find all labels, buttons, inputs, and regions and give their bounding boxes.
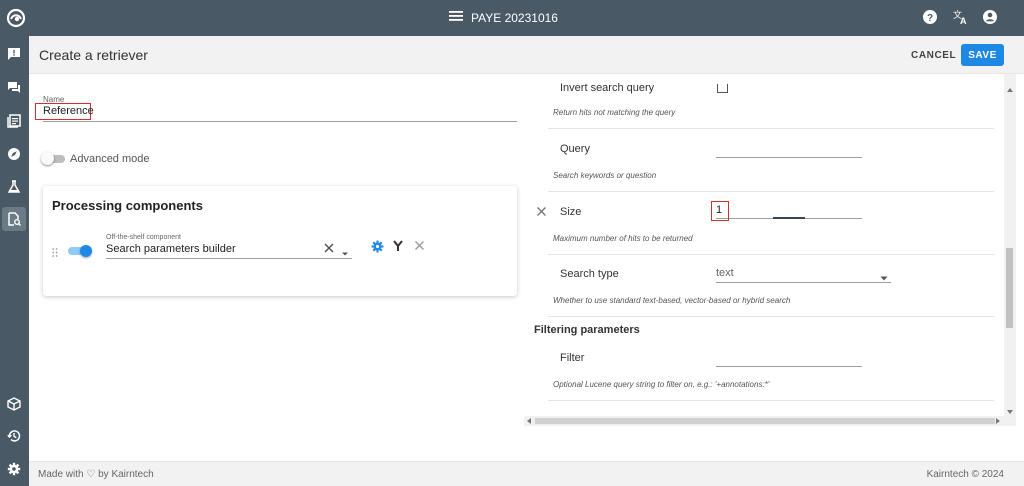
vertical-scrollbar-thumb[interactable] (1006, 248, 1013, 328)
query-input[interactable] (716, 157, 862, 158)
page-title: Create a retriever (39, 47, 148, 63)
top-bar: PAYE 20231016 ? 文A (0, 0, 1024, 36)
footer: Made with ♡ by Kairntech Kairntech © 202… (29, 461, 1024, 486)
advanced-mode-toggle-knob[interactable] (41, 152, 54, 165)
size-hint: Maximum number of hits to be returned (553, 234, 693, 243)
search-type-dropdown-icon[interactable] (880, 270, 888, 281)
page-header: Create a retriever CANCEL SAVE (29, 36, 1024, 74)
copyright-text: Kairntech © 2024 (926, 469, 1004, 480)
search-type-select[interactable]: text (716, 267, 734, 279)
component-select-label: Off-the-shelf component (106, 234, 181, 241)
filter-input[interactable] (716, 366, 862, 367)
save-button[interactable]: SAVE (961, 44, 1004, 66)
svg-text:A: A (960, 16, 967, 25)
made-with-text: Made with ♡ by Kairntech (38, 469, 154, 480)
search-type-hint: Whether to use standard text-based, vect… (553, 296, 791, 305)
name-field-underline (43, 121, 517, 122)
svg-text:?: ? (927, 13, 933, 24)
row-divider (548, 128, 994, 129)
query-hint: Search keywords or question (553, 171, 657, 180)
documents-icon[interactable] (2, 109, 26, 133)
filter-label: Filter (560, 352, 585, 364)
app-title-area[interactable]: PAYE 20231016 (449, 10, 558, 25)
advanced-mode-label: Advanced mode (70, 153, 150, 165)
scroll-up-icon[interactable] (1007, 88, 1013, 92)
remove-component-icon[interactable] (414, 240, 425, 251)
drag-handle-icon[interactable] (52, 246, 58, 257)
component-enabled-toggle-knob[interactable] (80, 245, 92, 257)
forum-icon[interactable] (2, 76, 26, 100)
filter-hint: Optional Lucene query string to filter o… (553, 380, 770, 389)
row-divider (548, 400, 994, 401)
component-select[interactable]: Search parameters builder (106, 243, 236, 255)
parameters-panel (524, 74, 1017, 426)
app-logo-icon[interactable] (6, 8, 26, 28)
name-field[interactable]: Reference (35, 103, 94, 120)
scroll-left-icon[interactable] (527, 418, 531, 424)
size-input[interactable]: 1 (711, 201, 729, 221)
app-title: PAYE 20231016 (471, 10, 558, 25)
feedback-icon[interactable] (2, 42, 26, 66)
help-icon[interactable]: ? (922, 9, 938, 25)
cube-icon[interactable] (2, 392, 26, 416)
query-label: Query (560, 143, 590, 155)
explore-icon[interactable] (2, 142, 26, 166)
search-type-underline (716, 282, 891, 283)
gear-icon[interactable] (371, 240, 384, 253)
horizontal-scrollbar-thumb[interactable] (535, 418, 995, 424)
search-type-label: Search type (560, 268, 619, 280)
row-divider (548, 316, 994, 317)
fork-icon[interactable] (392, 240, 404, 252)
invert-query-hint: Return hits not matching the query (553, 108, 676, 117)
size-label: Size (560, 206, 582, 218)
invert-query-label: Invert search query (560, 82, 655, 94)
retriever-icon[interactable] (2, 207, 26, 231)
component-select-underline (106, 258, 352, 259)
history-icon[interactable] (2, 424, 26, 448)
flask-icon[interactable] (2, 175, 26, 199)
sidebar (0, 36, 29, 486)
row-divider (548, 254, 994, 255)
processing-components-title: Processing components (52, 198, 203, 213)
settings-icon[interactable] (2, 457, 26, 481)
scroll-right-icon[interactable] (996, 418, 1000, 424)
clear-icon[interactable] (323, 242, 335, 254)
row-divider (548, 191, 994, 192)
menu-icon[interactable] (449, 10, 463, 25)
remove-size-icon[interactable] (536, 206, 547, 217)
account-icon[interactable] (982, 9, 998, 25)
size-focus-indicator (773, 217, 805, 219)
scroll-down-icon[interactable] (1007, 410, 1013, 414)
cancel-button[interactable]: CANCEL (911, 50, 956, 61)
filtering-section-title: Filtering parameters (534, 324, 640, 336)
dropdown-arrow-icon[interactable] (341, 246, 349, 256)
translate-icon[interactable]: 文A (952, 9, 968, 26)
invert-query-checkbox[interactable] (717, 84, 728, 93)
